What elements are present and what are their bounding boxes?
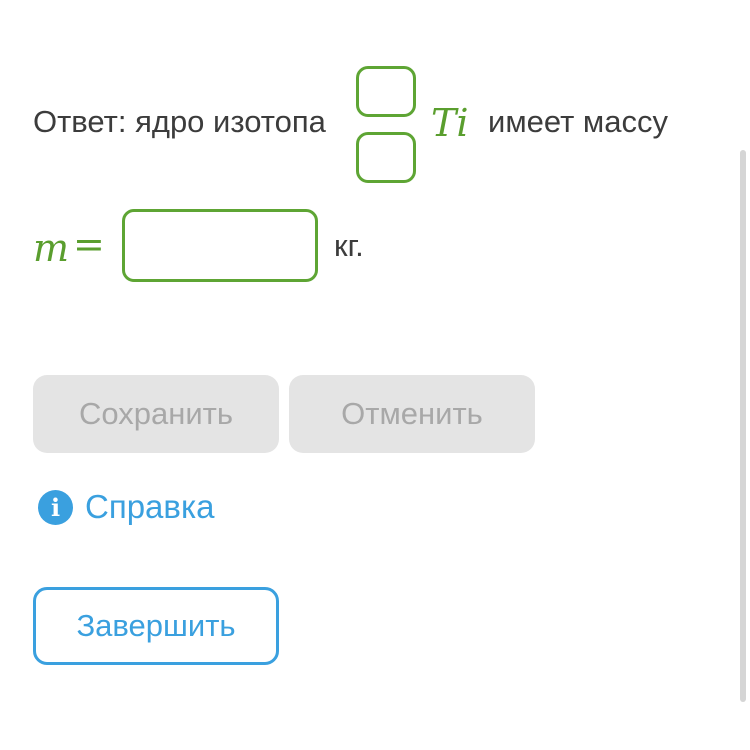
cancel-button[interactable]: Отменить <box>289 375 535 453</box>
save-button[interactable]: Сохранить <box>33 375 279 453</box>
mass-variable: m <box>33 226 70 270</box>
finish-button[interactable]: Завершить <box>33 587 279 665</box>
charge-number-input[interactable] <box>356 132 416 183</box>
info-icon: i <box>38 489 73 525</box>
answer-prefix-text: Ответ: ядро изотопа <box>33 104 326 139</box>
mass-number-input[interactable] <box>356 66 416 117</box>
page: Ответ: ядро изотопа Ti имеет массу m = к… <box>0 0 750 750</box>
element-symbol: Ti <box>431 101 469 145</box>
mass-value-input[interactable] <box>122 209 318 282</box>
unit-label: кг. <box>334 228 364 263</box>
help-label: Справка <box>85 488 215 525</box>
equals-sign: = <box>73 222 105 266</box>
help-link[interactable]: i Справка <box>38 488 214 526</box>
answer-suffix-text: имеет массу <box>488 104 668 139</box>
scrollbar[interactable] <box>740 150 746 702</box>
